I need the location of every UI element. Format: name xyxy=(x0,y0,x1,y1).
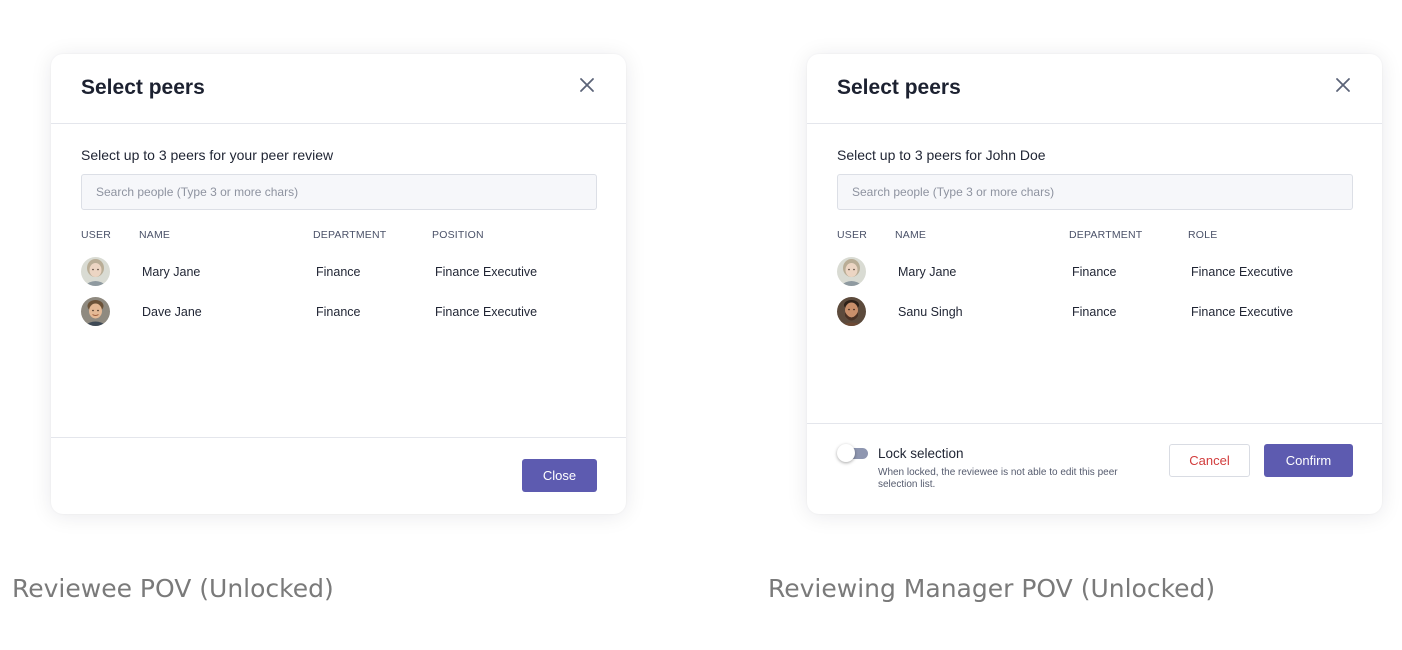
row-department: Finance xyxy=(1072,265,1117,279)
close-icon[interactable] xyxy=(578,76,596,94)
female-avatar xyxy=(81,257,110,286)
row-role: Finance Executive xyxy=(1191,305,1294,319)
modal-header: Select peers xyxy=(51,54,626,124)
peer-select-modal-reviewee: Select peers Select up to 3 peers for yo… xyxy=(51,54,626,514)
row-name: Dave Jane xyxy=(142,305,202,319)
search-input[interactable] xyxy=(81,174,597,210)
footer-divider xyxy=(51,437,626,438)
modal-title: Select peers xyxy=(81,76,205,99)
male-avatar xyxy=(81,297,110,326)
search-input[interactable] xyxy=(837,174,1353,210)
lock-selection-toggle[interactable] xyxy=(837,444,868,462)
cancel-button[interactable]: Cancel xyxy=(1169,444,1250,477)
peer-select-modal-manager: Select peers Select up to 3 peers for Jo… xyxy=(807,54,1382,514)
column-header-department: DEPARTMENT xyxy=(313,229,387,241)
row-department: Finance xyxy=(316,305,361,319)
column-header-user: USER xyxy=(837,229,867,241)
toggle-knob xyxy=(837,444,855,462)
confirm-button[interactable]: Confirm xyxy=(1264,444,1353,477)
row-name: Mary Jane xyxy=(898,265,957,279)
modal-subtitle: Select up to 3 peers for your peer revie… xyxy=(81,147,334,163)
lock-selection-description: When locked, the reviewee is not able to… xyxy=(878,467,1118,490)
row-name: Sanu Singh xyxy=(898,305,963,319)
row-name: Mary Jane xyxy=(142,265,201,279)
column-header-role: ROLE xyxy=(1188,229,1218,241)
lock-selection-label: Lock selection xyxy=(878,446,964,461)
modal-header: Select peers xyxy=(807,54,1382,124)
close-icon[interactable] xyxy=(1334,76,1352,94)
row-department: Finance xyxy=(1072,305,1117,319)
caption-manager: Reviewing Manager POV (Unlocked) xyxy=(768,574,1216,603)
row-department: Finance xyxy=(316,265,361,279)
table-row[interactable]: Dave Jane Finance Finance Executive xyxy=(51,295,626,329)
male-bearded-avatar xyxy=(837,297,866,326)
column-header-user: USER xyxy=(81,229,111,241)
column-header-department: DEPARTMENT xyxy=(1069,229,1143,241)
modal-title: Select peers xyxy=(837,76,961,99)
female-avatar xyxy=(837,257,866,286)
caption-reviewee: Reviewee POV (Unlocked) xyxy=(12,574,334,603)
table-row[interactable]: Mary Jane Finance Finance Executive xyxy=(51,255,626,289)
footer-divider xyxy=(807,423,1382,424)
column-header-position: POSITION xyxy=(432,229,484,241)
modal-subtitle: Select up to 3 peers for John Doe xyxy=(837,147,1046,163)
row-position: Finance Executive xyxy=(435,265,538,279)
table-row[interactable]: Sanu Singh Finance Finance Executive xyxy=(807,295,1382,329)
row-position: Finance Executive xyxy=(435,305,538,319)
table-row[interactable]: Mary Jane Finance Finance Executive xyxy=(807,255,1382,289)
column-header-name: NAME xyxy=(139,229,171,241)
row-role: Finance Executive xyxy=(1191,265,1294,279)
close-button[interactable]: Close xyxy=(522,459,597,492)
column-header-name: NAME xyxy=(895,229,927,241)
